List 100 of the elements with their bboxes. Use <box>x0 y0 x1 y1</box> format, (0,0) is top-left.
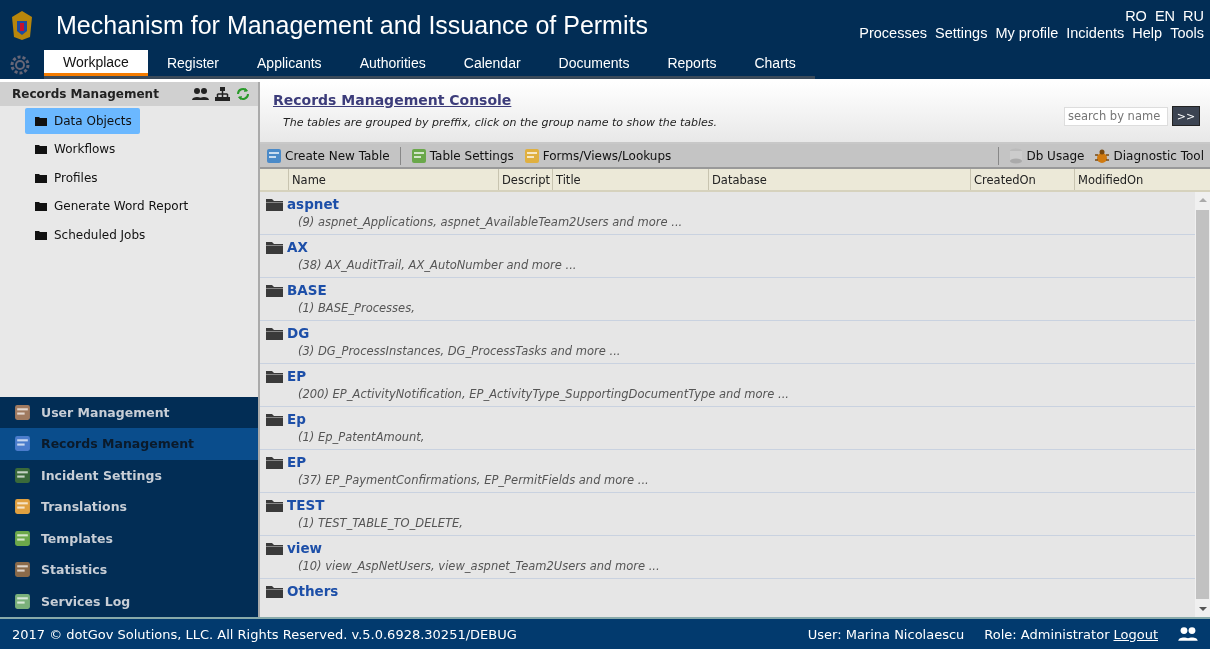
nav-tab[interactable]: Charts <box>735 50 815 76</box>
nav-tab[interactable]: Documents <box>539 50 649 76</box>
table-icon <box>410 147 427 164</box>
module-icon <box>14 529 31 547</box>
header-link[interactable]: Help <box>1132 25 1163 42</box>
folder-icon <box>266 584 283 598</box>
folder-icon <box>266 369 283 383</box>
group-link[interactable]: EP <box>266 368 307 384</box>
group-link[interactable]: AX <box>266 239 308 255</box>
section-item[interactable]: Services Log <box>0 585 258 617</box>
column-header: Descript <box>498 169 552 190</box>
module-icon <box>14 466 31 484</box>
group-link[interactable]: Others <box>266 583 339 599</box>
toolbar-button[interactable]: Table Settings <box>410 147 514 164</box>
tree-item[interactable]: Generate Word Report <box>25 193 197 219</box>
section-item[interactable]: Statistics <box>0 554 258 586</box>
folder-icon <box>35 144 47 155</box>
toolbar-button[interactable]: Forms/Views/Lookups <box>523 147 672 164</box>
console-title-link[interactable]: Records Management Console <box>273 92 512 108</box>
header-link[interactable]: My profile <box>995 25 1059 42</box>
folder-icon <box>35 115 47 126</box>
nav-tab[interactable]: Calendar <box>444 50 540 76</box>
group-summary: (1) TEST_TABLE_TO_DELETE, <box>298 516 465 530</box>
folder-icon <box>35 201 47 212</box>
toolbar-button[interactable]: Db Usage <box>1009 147 1085 164</box>
group-link[interactable]: BASE <box>266 282 327 298</box>
language-link[interactable]: RU <box>1183 8 1204 25</box>
group-summary: (37) EP_PaymentConfirmations, EP_PermitFields and more ... <box>298 473 650 487</box>
module-icon <box>14 435 31 453</box>
bug-icon <box>1094 147 1111 164</box>
nav-tab[interactable]: Register <box>147 50 239 76</box>
header-link[interactable]: Tools <box>1170 25 1204 42</box>
folder-icon <box>266 412 283 426</box>
console-description: The tables are grouped by preffix, click on the group name to show the tables. <box>283 116 718 129</box>
folder-icon <box>266 283 283 297</box>
search-field[interactable]: search by name <box>1064 106 1168 126</box>
section-item[interactable]: Translations <box>0 491 258 523</box>
group-summary: (1) Ep_PatentAmount, <box>298 430 426 444</box>
folder-icon <box>266 455 283 469</box>
search-button[interactable]: >> <box>1172 106 1200 126</box>
nav-tab[interactable]: Reports <box>648 50 736 76</box>
folder-icon <box>266 240 283 254</box>
group-summary: (200) EP_ActivityNotification, EP_ActivityType_SupportingDocumentType and more ... <box>298 387 790 401</box>
users-icon[interactable] <box>192 87 209 101</box>
section-item[interactable]: User Management <box>0 396 258 428</box>
copyright-text: 2017 © dotGov Solutions, LLC. All Rights Reserved. v.5.0.6928.30251/DEBUG <box>12 626 517 642</box>
group-link[interactable]: aspnet <box>266 196 340 212</box>
group-summary: (38) AX_AuditTrail, AX_AutoNumber and more ... <box>298 258 578 272</box>
group-summary: (3) DG_ProcessInstances, DG_ProcessTasks and more ... <box>298 344 622 358</box>
column-header: Database <box>708 169 970 190</box>
tree-item[interactable]: Data Objects <box>25 108 140 134</box>
folder-icon <box>266 498 283 512</box>
group-link[interactable]: view <box>266 540 323 556</box>
toolbar-button[interactable]: Create New Table <box>266 147 390 164</box>
section-item[interactable]: Templates <box>0 522 258 554</box>
folder-icon <box>35 229 47 240</box>
module-icon <box>14 561 31 579</box>
column-header: Name <box>288 169 498 190</box>
column-header: Title <box>552 169 708 190</box>
user-label: User: Marina Nicolaescu <box>807 626 965 642</box>
folder-icon <box>266 541 283 555</box>
panel-title: Records Management <box>12 87 159 101</box>
table-icon <box>266 147 282 164</box>
group-summary: (10) view_AspNetUsers, view_aspnet_Team2Users and more ... <box>298 559 661 573</box>
users-icon[interactable] <box>1178 626 1198 642</box>
group-link[interactable]: EP <box>266 454 307 470</box>
module-icon <box>14 498 31 516</box>
header-link[interactable]: Incidents <box>1066 25 1125 42</box>
tree-item[interactable]: Profiles <box>25 165 106 191</box>
folder-icon <box>35 172 47 183</box>
nav-tab[interactable]: Workplace <box>44 50 148 76</box>
group-link[interactable]: TEST <box>266 497 325 513</box>
hierarchy-icon[interactable] <box>215 87 230 101</box>
app-title: Mechanism for Management and Issuance of Permits <box>56 10 649 40</box>
tree-item[interactable]: Workflows <box>25 136 124 162</box>
header-link[interactable]: Processes <box>859 25 927 42</box>
header-link[interactable]: Settings <box>935 25 988 42</box>
nav-tab[interactable]: Applicants <box>238 50 341 76</box>
group-summary: (1) BASE_Processes, <box>298 301 416 315</box>
column-header: CreatedOn <box>970 169 1074 190</box>
toolbar-button[interactable]: Diagnostic Tool <box>1094 147 1204 164</box>
role-label: Role: Administrator <box>984 626 1110 642</box>
language-link[interactable]: RO <box>1125 8 1147 25</box>
section-item[interactable]: Incident Settings <box>0 459 258 491</box>
scrollbar[interactable] <box>1195 192 1210 617</box>
tree-item[interactable]: Scheduled Jobs <box>25 222 154 248</box>
module-icon <box>14 403 31 421</box>
module-icon <box>14 592 31 610</box>
folder-icon <box>266 326 283 340</box>
logout-link[interactable]: Logout <box>1113 626 1158 642</box>
scroll-down-icon[interactable] <box>1198 605 1207 613</box>
folder-icon <box>266 197 283 211</box>
column-header: ModifiedOn <box>1074 169 1210 190</box>
group-link[interactable]: DG <box>266 325 310 341</box>
group-summary: (9) aspnet_Applications, aspnet_AvailableTeam2Users and more ... <box>298 215 684 229</box>
table-icon <box>523 147 540 164</box>
nav-tab[interactable]: Authorities <box>340 50 445 76</box>
language-link[interactable]: EN <box>1154 8 1176 25</box>
database-icon <box>1009 147 1024 164</box>
group-link[interactable]: Ep <box>266 411 306 427</box>
